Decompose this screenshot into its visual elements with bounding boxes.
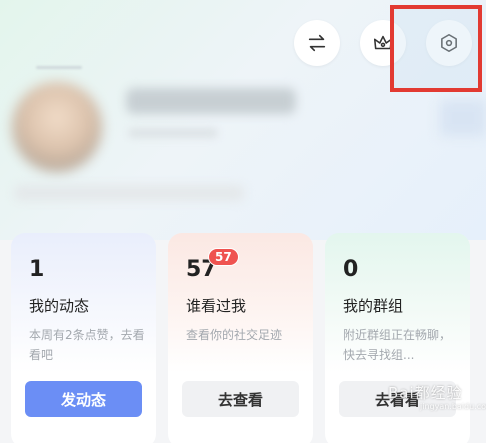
card-count: 0 bbox=[343, 257, 359, 282]
card-description: 查看你的社交足迹 bbox=[186, 328, 283, 342]
avatar[interactable] bbox=[12, 82, 102, 172]
card-description: 附近群组正在畅聊，快去寻找组... bbox=[343, 328, 452, 362]
card-my-groups[interactable]: 0 我的群组 附近群组正在畅聊，快去寻找组... 去看看 bbox=[325, 233, 470, 443]
switch-account-button[interactable] bbox=[294, 20, 340, 66]
card-my-posts[interactable]: 1 我的动态 本周有2条点赞，去看看吧 发动态 bbox=[11, 233, 156, 443]
blurred-user-info bbox=[128, 128, 218, 138]
card-count: 1 bbox=[29, 257, 45, 282]
blurred-username bbox=[126, 88, 296, 114]
card-title: 我的群组 bbox=[343, 297, 404, 315]
blurred-stats bbox=[14, 185, 244, 201]
card-visitors[interactable]: 57 57 谁看过我 查看你的社交足迹 去查看 bbox=[168, 233, 313, 443]
watermark-text: Bai都经验 bbox=[388, 384, 463, 402]
blurred-region bbox=[440, 100, 486, 136]
card-title: 谁看过我 bbox=[186, 297, 247, 315]
blurred-indicator bbox=[36, 66, 82, 69]
post-button[interactable]: 发动态 bbox=[25, 381, 142, 417]
card-description: 本周有2条点赞，去看看吧 bbox=[29, 328, 145, 362]
feature-cards: 1 我的动态 本周有2条点赞，去看看吧 发动态 57 57 谁看过我 查看你的社… bbox=[11, 233, 470, 443]
watermark-url: jingyan.baidu.com bbox=[420, 402, 486, 411]
card-title: 我的动态 bbox=[29, 297, 90, 315]
settings-highlight-box bbox=[390, 5, 482, 92]
notification-badge: 57 bbox=[208, 248, 239, 266]
view-visitors-button[interactable]: 去查看 bbox=[182, 381, 299, 417]
swap-icon bbox=[308, 34, 326, 52]
